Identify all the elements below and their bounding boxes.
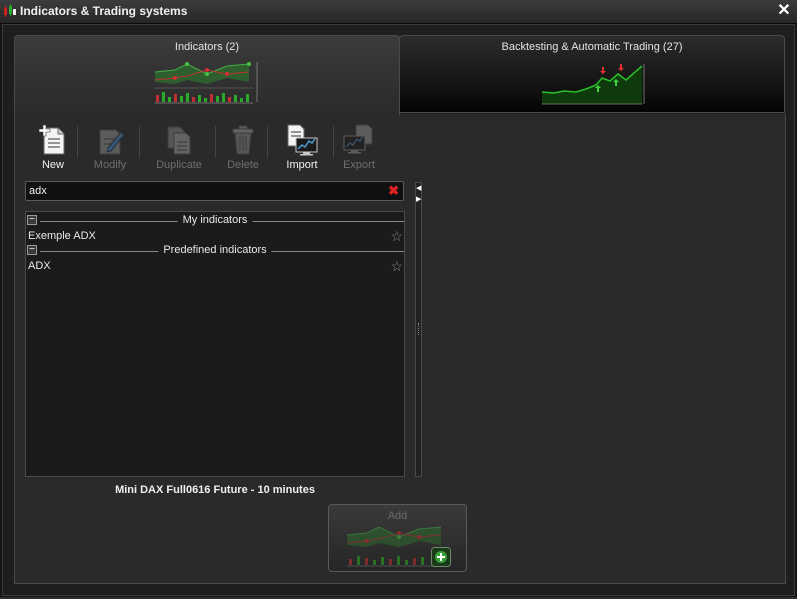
group-label: Predefined indicators — [158, 244, 272, 256]
search-input[interactable] — [29, 184, 379, 198]
duplicate-button[interactable]: Duplicate — [151, 122, 207, 172]
tab-backtesting-label: Backtesting & Automatic Trading (27) — [501, 41, 683, 53]
export-icon — [343, 124, 373, 154]
export-label: Export — [343, 159, 375, 171]
delete-label: Delete — [227, 159, 259, 171]
panel-splitter[interactable]: ◀ ▶ — [415, 182, 422, 477]
tab-indicators[interactable]: Indicators (2) — [14, 35, 400, 115]
expand-right-arrow-icon[interactable]: ▶ — [416, 196, 421, 204]
new-document-icon — [38, 124, 65, 155]
list-item[interactable]: ADX ☆ — [26, 258, 404, 275]
new-label: New — [41, 159, 64, 171]
dialog-body: Indicators (2) Backtesting & Automatic T… — [2, 24, 795, 596]
duplicate-label: Duplicate — [156, 159, 202, 171]
modify-button[interactable]: Modify — [82, 122, 138, 172]
collapse-left-arrow-icon[interactable]: ◀ — [416, 185, 421, 193]
add-label: Add — [387, 510, 408, 522]
favorite-star-icon[interactable]: ☆ — [390, 228, 403, 245]
modify-label: Modify — [93, 159, 127, 171]
indicators-panel: New Modify Duplicate Delete Import Expor… — [14, 114, 786, 584]
new-button[interactable]: New — [25, 122, 81, 172]
list-item-label: Exemple ADX — [28, 230, 96, 242]
trash-icon — [232, 125, 254, 155]
favorite-star-icon[interactable]: ☆ — [390, 258, 403, 275]
collapse-icon[interactable]: − — [27, 245, 37, 255]
tab-backtesting[interactable]: Backtesting & Automatic Trading (27) — [399, 35, 785, 113]
group-label: My indicators — [177, 214, 253, 226]
plus-icon — [431, 547, 451, 567]
add-button[interactable]: Add — [328, 504, 467, 572]
tab-indicators-label: Indicators (2) — [174, 41, 240, 53]
import-label: Import — [286, 159, 318, 171]
toolbar-divider — [267, 126, 268, 158]
splitter-grip — [418, 323, 420, 335]
window-title: Indicators & Trading systems — [20, 4, 188, 18]
collapse-icon[interactable]: − — [27, 215, 37, 225]
list-item[interactable]: Exemple ADX ☆ — [26, 228, 404, 245]
edit-icon — [99, 129, 125, 155]
group-header-predefined-indicators: − Predefined indicators — [26, 244, 404, 258]
backtest-chart-icon — [541, 64, 645, 105]
duplicate-icon — [167, 126, 191, 155]
toolbar-divider — [139, 126, 140, 158]
instrument-label: Mini DAX Full0616 Future - 10 minutes — [115, 484, 315, 496]
candlestick-app-icon — [4, 4, 16, 17]
export-button[interactable]: Export — [331, 122, 387, 172]
clear-search-icon[interactable]: ✖ — [388, 183, 399, 199]
title-bar: Indicators & Trading systems ✕ — [0, 0, 797, 24]
list-item-label: ADX — [28, 260, 51, 272]
group-header-my-indicators: − My indicators — [26, 214, 404, 228]
indicator-list: − My indicators Exemple ADX ☆ − Predefin… — [25, 211, 405, 477]
import-button[interactable]: Import — [274, 122, 330, 172]
toolbar-divider — [77, 126, 78, 158]
import-icon — [287, 124, 318, 156]
indicator-chart-icon — [154, 62, 258, 104]
close-button[interactable]: ✕ — [775, 1, 793, 21]
search-box: ✖ — [25, 181, 404, 201]
delete-button[interactable]: Delete — [215, 122, 271, 172]
